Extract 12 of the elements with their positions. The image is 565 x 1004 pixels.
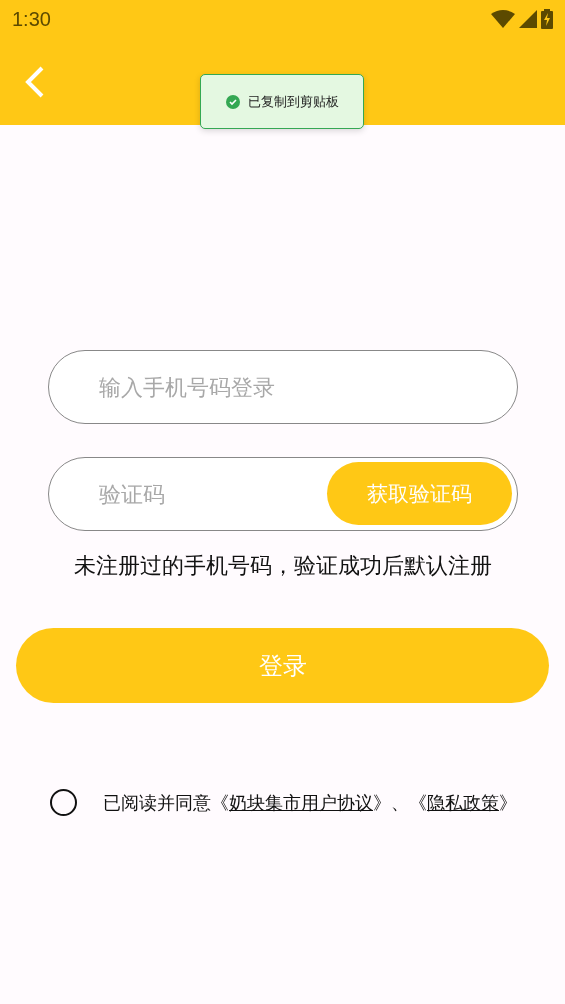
status-time: 1:30 — [12, 7, 51, 31]
agree-radio[interactable] — [50, 789, 77, 816]
agreement-link[interactable]: 奶块集市用户协议 — [229, 792, 373, 813]
signal-icon — [519, 10, 537, 28]
battery-icon — [541, 9, 553, 29]
check-circle-icon — [225, 94, 240, 109]
phone-field[interactable]: 输入手机号码登录 — [47, 350, 518, 424]
agreement-text: 已阅读并同意《奶块集市用户协议》、《隐私政策》 — [103, 791, 517, 815]
toast-message: 已复制到剪贴板 — [247, 92, 339, 111]
wifi-icon — [491, 10, 515, 28]
hint-text: 未注册过的手机号码，验证成功后默认注册 — [73, 552, 492, 580]
agreement-link[interactable]: 隐私政策 — [427, 792, 499, 813]
